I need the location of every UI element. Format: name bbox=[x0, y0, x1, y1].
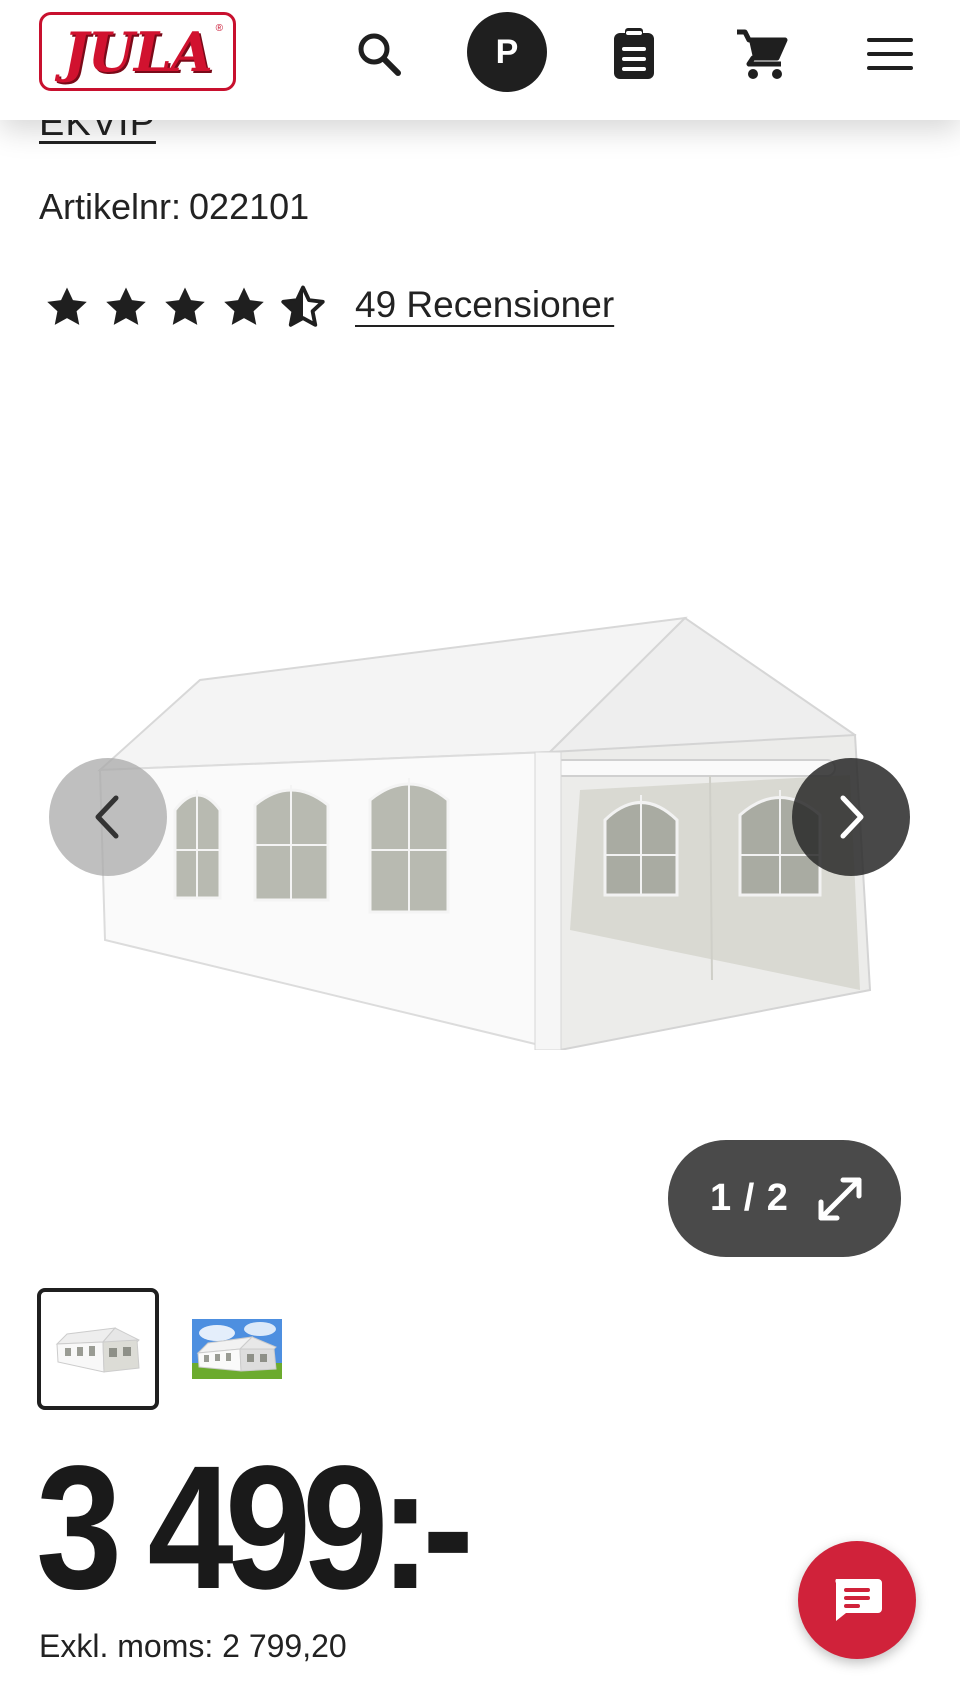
expand-icon bbox=[818, 1177, 862, 1220]
price-excl-vat: Exkl. moms: 2 799,20 bbox=[39, 1628, 347, 1665]
chat-icon bbox=[835, 1579, 882, 1621]
shopping-list-icon[interactable] bbox=[602, 22, 666, 86]
site-header: JULA ® P bbox=[0, 0, 960, 120]
profile-button[interactable]: P bbox=[467, 12, 547, 92]
article-number: Artikelnr: 022101 bbox=[39, 186, 309, 228]
star-full-icon bbox=[224, 287, 264, 325]
star-full-icon bbox=[165, 287, 205, 325]
article-number-label: Artikelnr: bbox=[39, 186, 182, 227]
tent-thumbnail-2 bbox=[192, 1319, 282, 1379]
image-counter: 1 / 2 bbox=[710, 1177, 789, 1219]
star-full-icon bbox=[106, 287, 146, 325]
thumbnail-2[interactable] bbox=[176, 1288, 298, 1410]
registered-mark: ® bbox=[215, 23, 223, 34]
excl-vat-label: Exkl. moms: bbox=[39, 1628, 214, 1664]
chevron-right-icon bbox=[840, 795, 864, 839]
rating-stars[interactable] bbox=[44, 282, 339, 332]
chevron-left-icon bbox=[95, 795, 119, 839]
cart-icon[interactable] bbox=[730, 22, 794, 86]
image-counter-button[interactable]: 1 / 2 bbox=[668, 1140, 901, 1257]
previous-image-button[interactable] bbox=[49, 758, 167, 876]
thumbnail-1[interactable] bbox=[37, 1288, 159, 1410]
profile-initial: P bbox=[495, 32, 519, 71]
chat-button[interactable] bbox=[798, 1541, 916, 1659]
next-image-button[interactable] bbox=[792, 758, 910, 876]
tent-thumbnail-1 bbox=[55, 1327, 140, 1373]
excl-vat-value: 2 799,20 bbox=[222, 1628, 347, 1664]
menu-icon[interactable] bbox=[858, 22, 922, 86]
search-icon[interactable] bbox=[347, 22, 411, 86]
jula-logo[interactable]: JULA ® bbox=[39, 12, 236, 91]
reviews-link[interactable]: 49 Recensioner bbox=[355, 284, 614, 326]
logo-text: JULA bbox=[63, 19, 213, 84]
star-full-icon bbox=[47, 287, 87, 325]
star-half-icon bbox=[281, 285, 325, 327]
product-price: 3 499:- bbox=[36, 1430, 474, 1626]
product-gallery[interactable] bbox=[0, 360, 960, 1260]
article-number-value: 022101 bbox=[189, 186, 310, 227]
tent-product-image bbox=[97, 616, 872, 1050]
